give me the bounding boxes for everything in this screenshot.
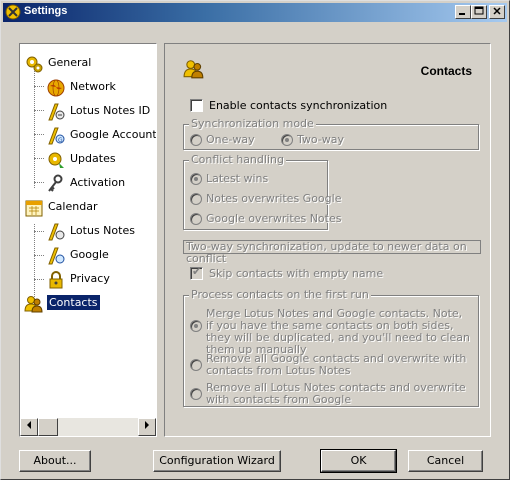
overwrite-google-label: Remove all Google contacts and overwrite… bbox=[206, 352, 467, 377]
conflict-handling-legend: Conflict handling bbox=[189, 153, 286, 166]
tree-connector bbox=[34, 224, 35, 299]
one-way-label: One-way bbox=[206, 133, 255, 146]
minimize-icon bbox=[459, 13, 465, 15]
latest-wins-label: Latest wins bbox=[206, 172, 269, 185]
enable-sync-label: Enable contacts synchronization bbox=[209, 99, 388, 112]
notes-overwrites-google-label: Notes overwrites Google bbox=[206, 192, 342, 205]
tree-item-lotus-notes[interactable]: Lotus Notes bbox=[46, 220, 154, 242]
tree-item-lotus-notes-id[interactable]: Lotus Notes ID bbox=[46, 100, 154, 122]
tree-connector bbox=[34, 158, 44, 159]
tree-item-label: Lotus Notes ID bbox=[70, 104, 151, 117]
tree-item-network[interactable]: Network bbox=[46, 76, 154, 98]
lotus-notes-icon bbox=[48, 223, 65, 241]
latest-wins-radio[interactable] bbox=[190, 173, 202, 185]
calendar-icon bbox=[25, 200, 43, 217]
contacts-icon bbox=[183, 60, 204, 79]
overwrite-notes-radio[interactable] bbox=[190, 388, 202, 400]
google-account-icon: G bbox=[48, 127, 65, 145]
first-run-group: Process contacts on the first run Merge … bbox=[183, 288, 479, 407]
tree-connector bbox=[34, 134, 44, 135]
tree-connector bbox=[34, 231, 44, 232]
tree-item-google-account[interactable]: G Google Account bbox=[46, 124, 157, 146]
sync-mode-group: Synchronization mode One-way Two-way bbox=[183, 117, 479, 150]
tree-connector bbox=[34, 279, 44, 280]
tree-item-general[interactable]: General bbox=[24, 52, 144, 74]
scroll-thumb[interactable] bbox=[38, 418, 58, 436]
app-icon bbox=[5, 4, 21, 20]
merge-contacts-label: Merge Lotus Notes and Google contacts. N… bbox=[206, 307, 471, 356]
overwrite-google-radio[interactable] bbox=[190, 359, 202, 371]
tree-horizontal-scrollbar[interactable] bbox=[20, 418, 156, 436]
panel-title: Contacts bbox=[420, 64, 472, 78]
tree-item-label: Calendar bbox=[48, 200, 98, 213]
sync-summary-field: Two-way synchronization, update to newer… bbox=[183, 240, 481, 265]
sync-mode-legend: Synchronization mode bbox=[189, 117, 316, 130]
about-button[interactable]: About... bbox=[19, 450, 91, 472]
google-overwrites-notes-label: Google overwrites Notes bbox=[206, 212, 342, 225]
tree-item-label: Network bbox=[70, 80, 116, 93]
updates-icon bbox=[48, 152, 64, 168]
arrow-right-icon bbox=[145, 421, 149, 429]
arrow-left-icon bbox=[27, 421, 31, 429]
settings-window: Settings General Network Lotus Notes ID … bbox=[0, 0, 510, 480]
tree-connector bbox=[34, 86, 44, 87]
close-icon bbox=[493, 7, 501, 15]
gear-icon bbox=[26, 56, 43, 73]
tree-item-label: Contacts bbox=[46, 294, 101, 311]
contacts-icon bbox=[24, 296, 43, 313]
maximize-button[interactable] bbox=[471, 5, 487, 19]
tree-connector bbox=[34, 110, 44, 111]
skip-empty-name-checkbox[interactable]: ✔ bbox=[190, 265, 203, 280]
configuration-wizard-button[interactable]: Configuration Wizard bbox=[153, 450, 281, 472]
title-bar[interactable]: Settings bbox=[3, 3, 507, 22]
cancel-button[interactable]: Cancel bbox=[408, 450, 483, 472]
checkmark-icon: ✔ bbox=[192, 265, 202, 278]
one-way-radio[interactable] bbox=[190, 134, 202, 146]
tree-item-contacts[interactable]: Contacts bbox=[24, 292, 144, 314]
google-overwrites-notes-radio[interactable] bbox=[190, 213, 202, 225]
notes-overwrites-google-radio[interactable] bbox=[190, 193, 202, 205]
maximize-icon bbox=[474, 6, 484, 15]
settings-tree[interactable]: General Network Lotus Notes ID G Google … bbox=[19, 43, 157, 437]
scroll-left-button[interactable] bbox=[20, 418, 38, 436]
google-icon bbox=[48, 247, 65, 265]
tree-item-label: Activation bbox=[70, 176, 126, 189]
tree-item-label: Google Account bbox=[70, 128, 157, 141]
tree-item-label: General bbox=[48, 56, 92, 69]
minimize-button[interactable] bbox=[455, 5, 471, 19]
tree-item-privacy[interactable]: Privacy bbox=[46, 268, 154, 290]
tree-item-label: Privacy bbox=[70, 272, 110, 285]
key-icon bbox=[48, 174, 63, 192]
tree-item-label: Updates bbox=[70, 152, 116, 165]
conflict-handling-group: Conflict handling Latest wins Notes over… bbox=[183, 153, 341, 230]
two-way-radio[interactable] bbox=[281, 134, 293, 146]
tree-item-label: Lotus Notes bbox=[70, 224, 135, 237]
lock-icon bbox=[49, 271, 63, 289]
tree-item-google[interactable]: Google bbox=[46, 244, 154, 266]
first-run-legend: Process contacts on the first run bbox=[189, 288, 371, 301]
two-way-label: Two-way bbox=[297, 133, 345, 146]
id-icon bbox=[48, 103, 65, 121]
tree-item-calendar[interactable]: Calendar bbox=[24, 196, 144, 218]
tree-item-activation[interactable]: Activation bbox=[46, 172, 154, 194]
contacts-panel: Contacts Enable contacts synchronization… bbox=[164, 43, 491, 437]
enable-sync-checkbox[interactable] bbox=[190, 99, 203, 112]
globe-icon bbox=[47, 79, 65, 97]
svg-text:G: G bbox=[58, 137, 63, 144]
scroll-right-button[interactable] bbox=[138, 418, 156, 436]
window-title: Settings bbox=[24, 5, 68, 17]
close-button[interactable] bbox=[489, 5, 505, 19]
ok-button[interactable]: OK bbox=[320, 449, 397, 473]
tree-connector bbox=[34, 182, 44, 183]
tree-item-label: Google bbox=[70, 248, 109, 261]
skip-empty-name-label: Skip contacts with empty name bbox=[209, 267, 384, 280]
tree-item-updates[interactable]: Updates bbox=[46, 148, 154, 170]
tree-connector bbox=[34, 255, 44, 256]
merge-contacts-radio[interactable] bbox=[190, 320, 202, 332]
overwrite-notes-label: Remove all Lotus Notes contacts and over… bbox=[206, 381, 466, 406]
